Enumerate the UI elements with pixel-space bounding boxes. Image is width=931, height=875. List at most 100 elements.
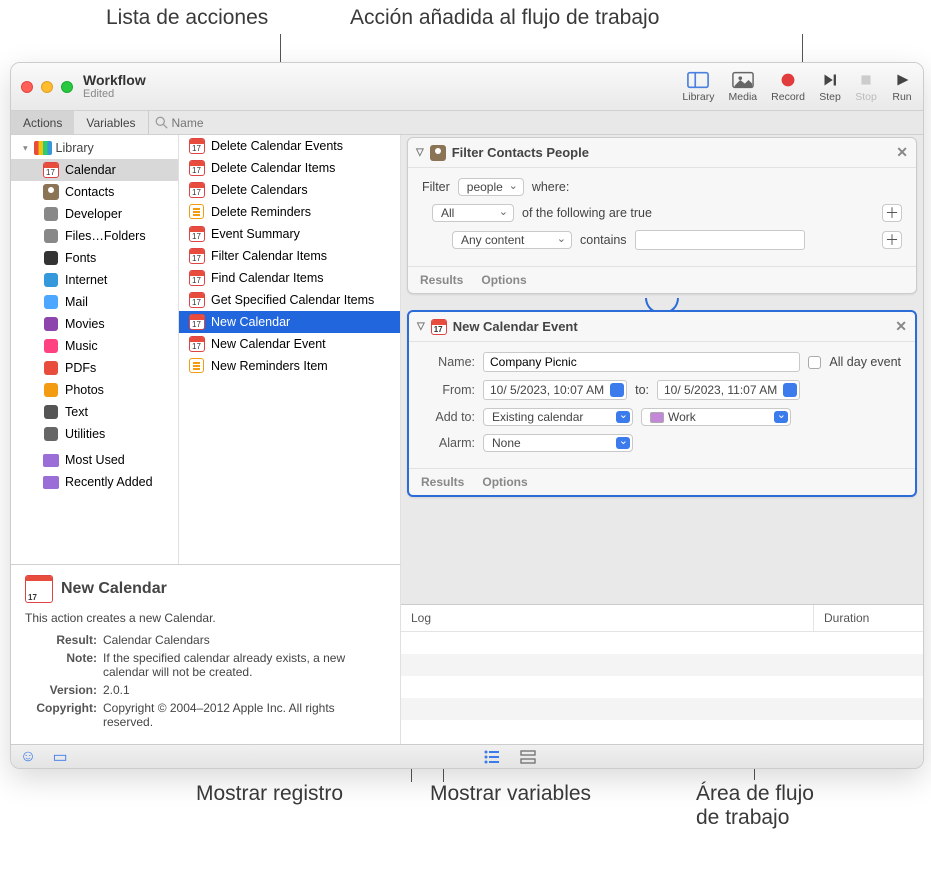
add-rule-button[interactable]: ＋ bbox=[882, 204, 902, 222]
calendar-icon bbox=[189, 182, 205, 198]
workflow-area: ▽ Filter Contacts People ✕ Filter people… bbox=[401, 135, 923, 744]
sidebar-item-text[interactable]: Text bbox=[11, 401, 178, 423]
action-title: Filter Contacts People bbox=[452, 145, 589, 160]
sidebar-item-most-used[interactable]: Most Used bbox=[11, 449, 178, 471]
allday-label: All day event bbox=[829, 355, 901, 369]
search-input[interactable] bbox=[172, 116, 918, 130]
contains-label: contains bbox=[580, 233, 627, 247]
titlebar: Workflow Edited Library Media Record Ste… bbox=[11, 63, 923, 111]
sidebar-item-mail[interactable]: Mail bbox=[11, 291, 178, 313]
close-button[interactable] bbox=[21, 81, 33, 93]
all-select[interactable]: All bbox=[432, 204, 514, 222]
record-button[interactable]: Record bbox=[771, 71, 805, 103]
disclosure-icon[interactable]: ▽ bbox=[416, 147, 424, 158]
callout-show-vars: Mostrar variables bbox=[430, 782, 591, 806]
addto-label: Add to: bbox=[423, 410, 475, 424]
callout-show-log: Mostrar registro bbox=[196, 782, 343, 806]
sidebar-item-calendar[interactable]: Calendar bbox=[11, 159, 178, 181]
from-label: From: bbox=[423, 383, 475, 397]
category-icon bbox=[43, 250, 59, 266]
sidebar-item-recently-added[interactable]: Recently Added bbox=[11, 471, 178, 493]
calendar-icon bbox=[25, 575, 53, 603]
calendar-icon bbox=[189, 226, 205, 242]
folder-icon bbox=[43, 474, 59, 490]
sidebar-item-movies[interactable]: Movies bbox=[11, 313, 178, 335]
sidebar-item-contacts[interactable]: Contacts bbox=[11, 181, 178, 203]
category-icon bbox=[43, 162, 59, 178]
action-item[interactable]: Delete Calendar Events bbox=[179, 135, 400, 157]
action-item[interactable]: Delete Calendars bbox=[179, 179, 400, 201]
search-field-wrap[interactable] bbox=[149, 111, 924, 134]
action-filter-contacts[interactable]: ▽ Filter Contacts People ✕ Filter people… bbox=[407, 137, 917, 294]
media-button[interactable]: Media bbox=[729, 71, 758, 103]
step-button[interactable]: Step bbox=[819, 71, 841, 103]
allday-checkbox[interactable] bbox=[808, 356, 821, 369]
addto-select[interactable]: Existing calendar bbox=[483, 408, 633, 426]
sidebar-item-music[interactable]: Music bbox=[11, 335, 178, 357]
to-datetime[interactable]: 10/ 5/2023, 11:07 AM bbox=[657, 380, 800, 400]
category-icon bbox=[43, 272, 59, 288]
zoom-button[interactable] bbox=[61, 81, 73, 93]
sidebar-item-photos[interactable]: Photos bbox=[11, 379, 178, 401]
category-icon bbox=[43, 316, 59, 332]
category-icon bbox=[43, 206, 59, 222]
options-tab[interactable]: Options bbox=[481, 273, 526, 287]
tab-variables[interactable]: Variables bbox=[74, 111, 147, 134]
category-icon bbox=[43, 404, 59, 420]
duration-col-header[interactable]: Duration bbox=[813, 605, 923, 631]
reminders-icon bbox=[189, 204, 205, 220]
callout-workflow-area: Área de flujo de trabajo bbox=[696, 782, 814, 830]
alarm-select[interactable]: None bbox=[483, 434, 633, 452]
log-panel: Log Duration bbox=[401, 604, 923, 744]
disclosure-icon[interactable]: ▽ bbox=[417, 321, 425, 332]
run-button[interactable]: Run bbox=[891, 71, 913, 103]
results-tab[interactable]: Results bbox=[421, 475, 464, 489]
toolbar: Library Media Record Step Stop Run bbox=[682, 71, 913, 103]
sidebar-item-files-folders[interactable]: Files…Folders bbox=[11, 225, 178, 247]
calendar-icon bbox=[189, 138, 205, 154]
action-item[interactable]: New Reminders Item bbox=[179, 355, 400, 377]
statusbar-icon-1[interactable]: ☺ bbox=[19, 749, 37, 765]
library-tabs: Actions Variables bbox=[11, 111, 149, 134]
action-item[interactable]: Event Summary bbox=[179, 223, 400, 245]
sidebar-item-fonts[interactable]: Fonts bbox=[11, 247, 178, 269]
show-log-button[interactable] bbox=[483, 749, 501, 765]
tab-actions[interactable]: Actions bbox=[11, 111, 74, 134]
calendar-select[interactable]: Work bbox=[641, 408, 791, 426]
sidebar-item-pdfs[interactable]: PDFs bbox=[11, 357, 178, 379]
library-header[interactable]: Library bbox=[11, 135, 178, 159]
automator-window: Workflow Edited Library Media Record Ste… bbox=[10, 62, 924, 769]
library-button[interactable]: Library bbox=[682, 71, 714, 103]
stop-button[interactable]: Stop bbox=[855, 71, 877, 103]
calendar-icon bbox=[189, 292, 205, 308]
event-name-input[interactable] bbox=[483, 352, 800, 372]
category-icon bbox=[43, 228, 59, 244]
action-item[interactable]: Delete Calendar Items bbox=[179, 157, 400, 179]
action-item[interactable]: Get Specified Calendar Items bbox=[179, 289, 400, 311]
filter-label: Filter bbox=[422, 180, 450, 194]
show-variables-button[interactable] bbox=[519, 749, 537, 765]
from-datetime[interactable]: 10/ 5/2023, 10:07 AM bbox=[483, 380, 627, 400]
action-new-calendar-event[interactable]: ▽ New Calendar Event ✕ Name: All day eve… bbox=[407, 310, 917, 497]
options-tab[interactable]: Options bbox=[482, 475, 527, 489]
action-item[interactable]: Filter Calendar Items bbox=[179, 245, 400, 267]
action-item[interactable]: New Calendar bbox=[179, 311, 400, 333]
log-col-header[interactable]: Log bbox=[401, 605, 813, 631]
sidebar-item-internet[interactable]: Internet bbox=[11, 269, 178, 291]
close-action-button[interactable]: ✕ bbox=[895, 318, 907, 335]
statusbar-icon-2[interactable]: ▭ bbox=[51, 749, 69, 765]
anycontent-select[interactable]: Any content bbox=[452, 231, 572, 249]
action-item[interactable]: New Calendar Event bbox=[179, 333, 400, 355]
action-info-panel: New Calendar This action creates a new C… bbox=[11, 564, 401, 744]
action-item[interactable]: Find Calendar Items bbox=[179, 267, 400, 289]
add-condition-button[interactable]: ＋ bbox=[882, 231, 902, 249]
sidebar-item-utilities[interactable]: Utilities bbox=[11, 423, 178, 445]
close-action-button[interactable]: ✕ bbox=[896, 144, 908, 161]
minimize-button[interactable] bbox=[41, 81, 53, 93]
filter-select[interactable]: people bbox=[458, 178, 524, 196]
contains-input[interactable] bbox=[635, 230, 805, 250]
library-icon bbox=[34, 141, 52, 155]
results-tab[interactable]: Results bbox=[420, 273, 463, 287]
action-item[interactable]: Delete Reminders bbox=[179, 201, 400, 223]
sidebar-item-developer[interactable]: Developer bbox=[11, 203, 178, 225]
